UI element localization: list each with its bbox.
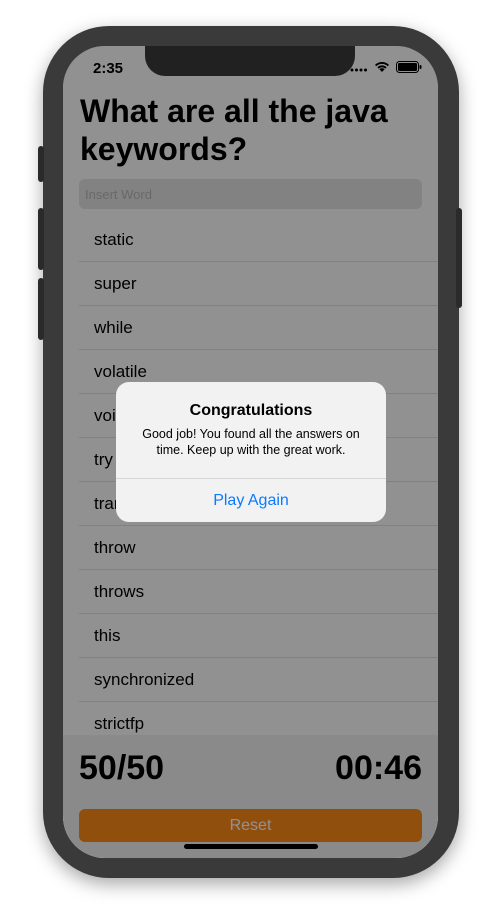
alert-message: Good job! You found all the answers on t… bbox=[142, 427, 360, 457]
play-again-button[interactable]: Play Again bbox=[116, 479, 386, 522]
home-indicator bbox=[184, 844, 318, 849]
power-button bbox=[456, 208, 462, 308]
volume-down-button bbox=[38, 278, 44, 340]
congratulations-alert: Congratulations Good job! You found all … bbox=[116, 382, 386, 522]
alert-title: Congratulations bbox=[189, 402, 313, 419]
mute-switch bbox=[38, 146, 44, 182]
volume-up-button bbox=[38, 208, 44, 270]
screen: 2:35 What are all the java keywords? sta… bbox=[63, 46, 438, 858]
